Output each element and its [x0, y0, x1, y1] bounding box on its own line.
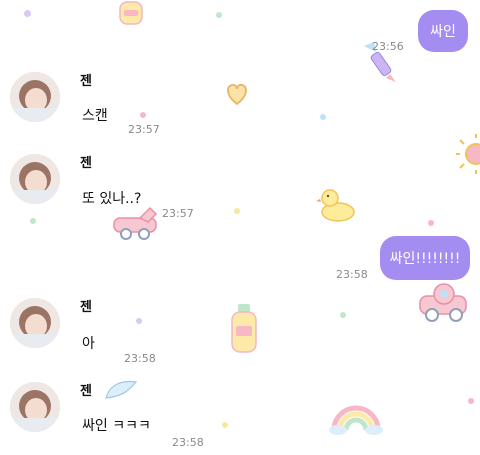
decor-dot: [136, 318, 142, 324]
heart-icon: [227, 83, 247, 106]
incoming-message-bubble[interactable]: 아: [80, 332, 97, 354]
decor-dot: [140, 112, 146, 118]
decor-dot: [234, 208, 240, 214]
message-timestamp: 23:56: [372, 40, 404, 53]
rainbow-icon: [329, 405, 383, 435]
incoming-message-bubble[interactable]: 또 있나..?: [80, 187, 144, 209]
decor-dot: [340, 312, 346, 318]
message-timestamp: 23:58: [172, 436, 204, 449]
duck-icon: [316, 189, 355, 222]
avatar[interactable]: [10, 72, 60, 122]
incoming-message-bubble[interactable]: 스캔: [80, 104, 110, 126]
sun-icon: [456, 134, 480, 174]
sender-name: 젠: [80, 300, 92, 315]
sender-name: 젠: [80, 74, 92, 89]
decor-dot: [320, 114, 326, 120]
message-timestamp: 23:58: [124, 352, 156, 365]
avatar[interactable]: [10, 154, 60, 204]
bottle-icon: [231, 304, 257, 353]
decor-dot: [24, 10, 31, 17]
wing-icon: [105, 380, 138, 399]
car-icon: [419, 283, 467, 322]
avatar[interactable]: [10, 298, 60, 348]
profile-photo-icon: [10, 382, 60, 432]
car-icon: [113, 206, 158, 240]
avatar[interactable]: [10, 382, 60, 432]
sender-name: 젠: [80, 384, 92, 399]
outgoing-message-bubble[interactable]: 싸인!!!!!!!!: [380, 236, 470, 280]
outgoing-message-bubble[interactable]: 싸인: [418, 10, 468, 52]
decor-dot: [468, 398, 474, 404]
profile-photo-icon: [10, 298, 60, 348]
decor-dot: [216, 12, 222, 18]
decor-dot: [222, 422, 228, 428]
profile-photo-icon: [10, 154, 60, 204]
message-timestamp: 23:57: [162, 207, 194, 220]
decor-dot: [428, 220, 434, 226]
bottle-icon: [119, 1, 143, 25]
sender-name: 젠: [80, 156, 92, 171]
incoming-message-bubble[interactable]: 싸인 ㅋㅋㅋ: [80, 414, 153, 436]
profile-photo-icon: [10, 72, 60, 122]
message-timestamp: 23:58: [336, 268, 368, 281]
message-timestamp: 23:57: [128, 123, 160, 136]
decor-dot: [30, 218, 36, 224]
